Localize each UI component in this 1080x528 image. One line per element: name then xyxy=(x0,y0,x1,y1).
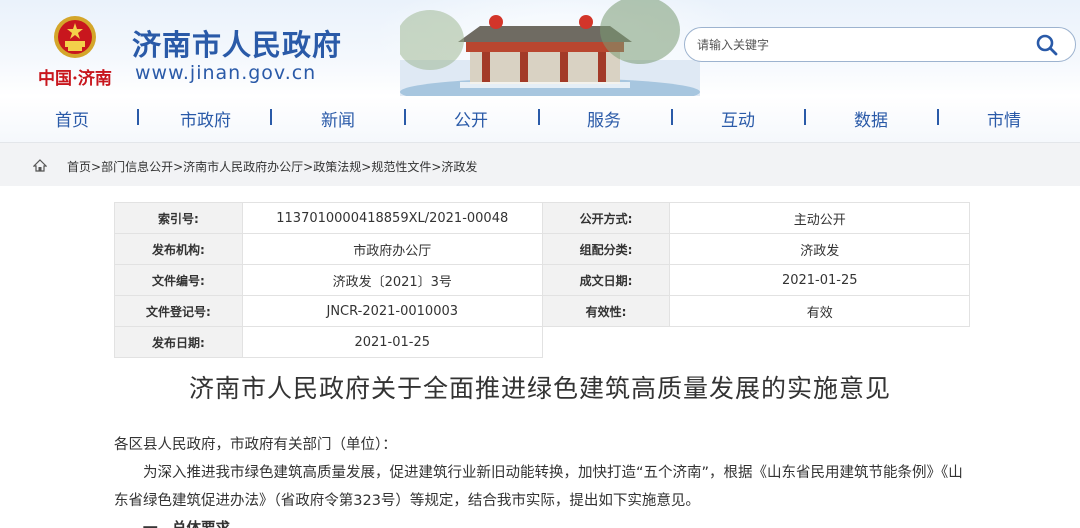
nav-item-interaction[interactable]: 互动 xyxy=(721,106,755,131)
nav-separator xyxy=(671,109,673,125)
nav-item-data[interactable]: 数据 xyxy=(854,106,888,131)
nav-separator xyxy=(538,109,540,125)
search-icon[interactable] xyxy=(1035,33,1059,57)
info-key: 成文日期: xyxy=(541,264,671,296)
site-header: 中国·济南 济南市人民政府 www.jinan.gov.cn xyxy=(0,0,1080,96)
breadcrumb-separator: > xyxy=(303,160,314,174)
breadcrumb-separator: > xyxy=(361,160,372,174)
breadcrumb-bar: 首页>部门信息公开>济南市人民政府办公厅>政策法规>规范性文件>济政发 xyxy=(0,142,1080,186)
nav-item-news[interactable]: 新闻 xyxy=(321,106,355,131)
search-input[interactable] xyxy=(697,34,1017,56)
nav-separator xyxy=(137,109,139,125)
nav-item-government[interactable]: 市政府 xyxy=(180,106,231,131)
info-key: 公开方式: xyxy=(541,202,671,234)
info-key: 发布日期: xyxy=(114,326,243,358)
table-row: 文件编号: 济政发〔2021〕3号 成文日期: 2021-01-25 xyxy=(114,264,970,296)
info-value: 主动公开 xyxy=(669,202,970,234)
table-row: 发布机构: 市政府办公厅 组配分类: 济政发 xyxy=(114,233,970,265)
china-jinan-logo: 中国·济南 xyxy=(38,69,112,89)
info-key: 文件登记号: xyxy=(114,295,243,327)
site-url[interactable]: www.jinan.gov.cn xyxy=(135,62,316,84)
breadcrumb-current[interactable]: 济政发 xyxy=(441,160,477,174)
table-row: 索引号: 1137010000418859XL/2021-00048 公开方式:… xyxy=(114,202,970,234)
breadcrumb-normative-docs[interactable]: 规范性文件 xyxy=(371,160,431,174)
nav-separator xyxy=(270,109,272,125)
breadcrumb-separator: > xyxy=(431,160,442,174)
nav-item-home[interactable]: 首页 xyxy=(55,106,89,131)
breadcrumb: 首页>部门信息公开>济南市人民政府办公厅>政策法规>规范性文件>济政发 xyxy=(67,158,477,175)
article-content: 索引号: 1137010000418859XL/2021-00048 公开方式:… xyxy=(0,186,1080,528)
breadcrumb-separator: > xyxy=(173,160,184,174)
nav-separator xyxy=(937,109,939,125)
search-box xyxy=(684,27,1076,62)
section-heading: 一、总体要求 xyxy=(114,515,970,528)
document-info-table: 索引号: 1137010000418859XL/2021-00048 公开方式:… xyxy=(114,202,970,358)
pavilion-banner-image xyxy=(400,0,700,96)
nav-item-disclosure[interactable]: 公开 xyxy=(454,106,488,131)
breadcrumb-separator: > xyxy=(91,160,102,174)
breadcrumb-home[interactable]: 首页 xyxy=(67,160,91,174)
table-row: 文件登记号: JNCR-2021-0010003 有效性: 有效 xyxy=(114,295,970,327)
breadcrumb-policy[interactable]: 政策法规 xyxy=(313,160,361,174)
info-value: 2021-01-25 xyxy=(241,326,543,358)
info-value: 济政发〔2021〕3号 xyxy=(241,264,543,296)
empty-cell xyxy=(542,326,970,358)
document-title: 济南市人民政府关于全面推进绿色建筑高质量发展的实施意见 xyxy=(188,374,891,403)
body-paragraph: 为深入推进我市绿色建筑高质量发展，促进建筑行业新旧动能转换，加快打造“五个济南”… xyxy=(143,465,963,481)
info-value: 市政府办公厅 xyxy=(241,233,543,265)
table-row: 发布日期: 2021-01-25 xyxy=(114,326,970,358)
info-value: 2021-01-25 xyxy=(669,264,970,296)
main-nav: 首页 市政府 新闻 公开 服务 互动 数据 市情 xyxy=(0,96,1080,142)
site-title[interactable]: 济南市人民政府 xyxy=(132,22,342,64)
body-paragraph-continued: 东省绿色建筑促进办法》（省政府令第323号）等规定，结合我市实际，提出如下实施意… xyxy=(114,493,700,509)
info-value: 济政发 xyxy=(669,233,970,265)
info-key: 有效性: xyxy=(541,295,671,327)
national-emblem-icon xyxy=(54,16,96,58)
info-key: 文件编号: xyxy=(114,264,243,296)
info-key: 索引号: xyxy=(114,202,243,234)
nav-item-city-info[interactable]: 市情 xyxy=(987,106,1021,131)
document-body: 各区县人民政府，市政府有关部门（单位）： 为深入推进我市绿色建筑高质量发展，促进… xyxy=(114,431,970,528)
info-key: 组配分类: xyxy=(541,233,671,265)
breadcrumb-gov-office[interactable]: 济南市人民政府办公厅 xyxy=(183,160,303,174)
info-value: 有效 xyxy=(669,295,970,327)
info-key: 发布机构: xyxy=(114,233,243,265)
nav-separator xyxy=(804,109,806,125)
breadcrumb-dept-info[interactable]: 部门信息公开 xyxy=(101,160,173,174)
home-icon[interactable] xyxy=(33,159,47,173)
salutation: 各区县人民政府，市政府有关部门（单位）： xyxy=(114,437,397,453)
info-value: JNCR-2021-0010003 xyxy=(241,295,543,327)
nav-item-services[interactable]: 服务 xyxy=(587,106,621,131)
info-value: 1137010000418859XL/2021-00048 xyxy=(241,202,543,234)
nav-separator xyxy=(404,109,406,125)
